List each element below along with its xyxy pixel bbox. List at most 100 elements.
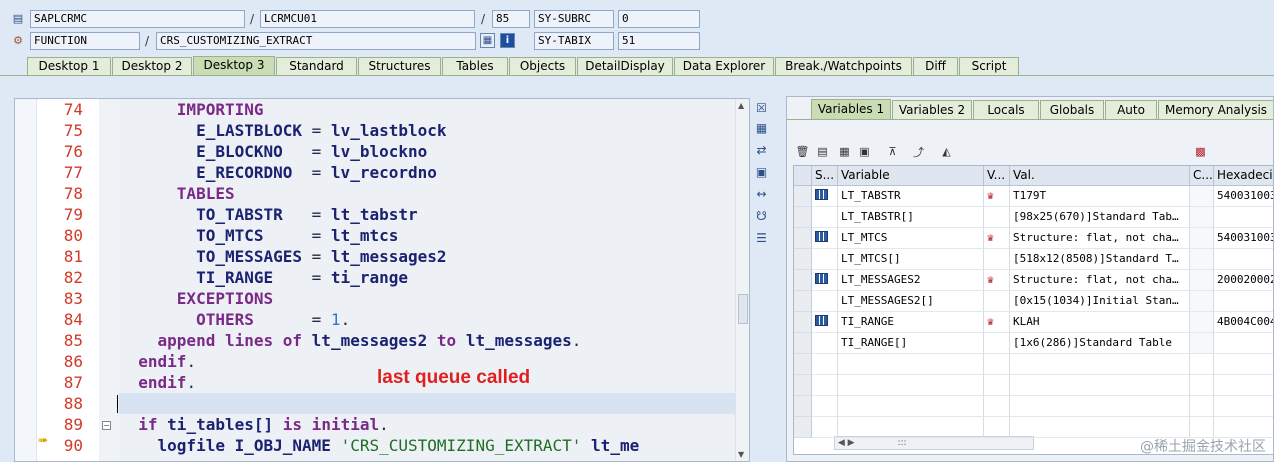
grid-cell-empty[interactable] [1190, 417, 1214, 438]
grid-cell-value[interactable]: [1x6(286)]Standard Table [1010, 333, 1190, 354]
delete-icon[interactable]: 🗑 [795, 144, 810, 159]
line-number-field[interactable]: 85 [492, 10, 530, 28]
grid-cell-empty[interactable] [1190, 375, 1214, 396]
grid-cell-hex[interactable] [1214, 291, 1273, 312]
grid-cell-empty[interactable] [812, 354, 838, 375]
grid-cell-type[interactable] [984, 291, 1010, 312]
grid-cell-change[interactable] [1190, 228, 1214, 249]
row-selector[interactable] [794, 396, 812, 417]
tree-icon[interactable]: ☰ [754, 230, 769, 245]
program-field[interactable]: SAPLCRMC [30, 10, 245, 28]
tab-variables-1[interactable]: Variables 1 [811, 99, 891, 119]
tab-structures[interactable]: Structures [358, 57, 441, 76]
grid-cell-variable[interactable]: TI_RANGE [838, 312, 984, 333]
grid-cell-change[interactable] [1190, 312, 1214, 333]
row-selector[interactable] [794, 312, 812, 333]
grid-cell-status[interactable] [812, 228, 838, 249]
tab-memory-analysis[interactable]: Memory Analysis [1158, 100, 1273, 120]
grid-cell-hex[interactable] [1214, 333, 1273, 354]
grid-cell-type[interactable]: ♛ [984, 186, 1010, 207]
event-type-field[interactable]: FUNCTION [30, 32, 140, 50]
grid-cell-empty[interactable] [838, 417, 984, 438]
tab-detaildisplay[interactable]: DetailDisplay [577, 57, 673, 76]
grid-cell-value[interactable]: KLAH [1010, 312, 1190, 333]
tab-tables[interactable]: Tables [442, 57, 508, 76]
row-selector[interactable] [794, 354, 812, 375]
grid-cell-change[interactable] [1190, 270, 1214, 291]
grid-cell-empty[interactable] [1010, 417, 1190, 438]
print-icon[interactable]: ▣ [857, 144, 872, 159]
new-tool-icon[interactable]: ▦ [754, 120, 769, 135]
tab-data-explorer[interactable]: Data Explorer [674, 57, 774, 76]
grid-horizontal-scrollbar[interactable]: ◀ ▶ ::: [834, 436, 1034, 450]
grid-cell-status[interactable] [812, 207, 838, 228]
tab-desktop-1[interactable]: Desktop 1 [27, 57, 111, 76]
grid-cell-hex[interactable]: 540031003 [1214, 228, 1273, 249]
maximize-icon[interactable]: ▣ [754, 164, 769, 179]
grid-cell-empty[interactable] [984, 396, 1010, 417]
grid-cell-variable[interactable]: TI_RANGE[] [838, 333, 984, 354]
grid-cell-status[interactable] [812, 186, 838, 207]
grid-cell-change[interactable] [1190, 291, 1214, 312]
scroll-up-icon[interactable]: ▲ [738, 101, 744, 110]
grid-cell-empty[interactable] [812, 417, 838, 438]
grid-cell-empty[interactable] [1190, 354, 1214, 375]
col-change[interactable]: C... [1190, 166, 1214, 186]
grid-cell-change[interactable] [1190, 249, 1214, 270]
info-icon[interactable]: i [500, 33, 515, 48]
col-value[interactable]: Val. [1010, 166, 1190, 186]
grid-cell-empty[interactable] [1214, 417, 1273, 438]
grid-cell-type[interactable]: ♛ [984, 270, 1010, 291]
grid-cell-variable[interactable]: LT_MESSAGES2 [838, 270, 984, 291]
grid-cell-empty[interactable] [838, 396, 984, 417]
grid-cell-empty[interactable] [812, 396, 838, 417]
grid-cell-value[interactable]: [0x15(1034)]Initial Stan… [1010, 291, 1190, 312]
row-selector[interactable] [794, 270, 812, 291]
row-selector[interactable] [794, 207, 812, 228]
hierarchy-icon[interactable]: ⊼ [885, 144, 900, 159]
grid-cell-change[interactable] [1190, 186, 1214, 207]
collapse-icon[interactable]: − [102, 421, 111, 430]
tab-standard[interactable]: Standard [276, 57, 357, 76]
grid-cell-empty[interactable] [812, 375, 838, 396]
grid-cell-variable[interactable]: LT_MESSAGES2[] [838, 291, 984, 312]
col-status[interactable]: S... [812, 166, 838, 186]
grid-cell-value[interactable]: Structure: flat, not cha… [1010, 270, 1190, 291]
row-selector[interactable] [794, 417, 812, 438]
tab-breakpoints[interactable]: Break./Watchpoints [775, 57, 912, 76]
grid-cell-change[interactable] [1190, 207, 1214, 228]
tab-auto[interactable]: Auto [1105, 100, 1157, 120]
sysvar-value-2[interactable]: 51 [618, 32, 700, 50]
grid-cell-status[interactable] [812, 249, 838, 270]
grid-cell-empty[interactable] [1190, 396, 1214, 417]
tab-diff[interactable]: Diff [913, 57, 958, 76]
grid-cell-empty[interactable] [1214, 375, 1273, 396]
event-name-field[interactable]: CRS_CUSTOMIZING_EXTRACT [156, 32, 476, 50]
save-icon[interactable]: ▩ [1193, 144, 1208, 159]
tab-desktop-3[interactable]: Desktop 3 [193, 56, 275, 76]
scrollbar-thumb[interactable] [738, 294, 748, 324]
grid-cell-change[interactable] [1190, 333, 1214, 354]
grid-cell-type[interactable] [984, 333, 1010, 354]
grid-cell-type[interactable]: ♛ [984, 312, 1010, 333]
grid-cell-empty[interactable] [984, 354, 1010, 375]
col-variable[interactable]: Variable [838, 166, 984, 186]
display-icon[interactable]: ▤ [815, 144, 830, 159]
grid-cell-empty[interactable] [838, 354, 984, 375]
grid-cell-empty[interactable] [984, 417, 1010, 438]
row-selector[interactable] [794, 186, 812, 207]
folder-icon[interactable]: ◭ [939, 144, 954, 159]
row-selector[interactable] [794, 228, 812, 249]
grid-cell-variable[interactable]: LT_MTCS[] [838, 249, 984, 270]
grid-cell-empty[interactable] [1010, 354, 1190, 375]
grid-cell-type[interactable] [984, 249, 1010, 270]
grid-cell-variable[interactable]: LT_MTCS [838, 228, 984, 249]
grid-cell-status[interactable] [812, 312, 838, 333]
scroll-down-icon[interactable]: ▼ [738, 450, 744, 459]
display-source-icon[interactable]: ▦ [480, 33, 495, 48]
share-icon[interactable]: ⤴ [911, 144, 926, 159]
grid-cell-hex[interactable]: 540031003 [1214, 186, 1273, 207]
tab-variables-2[interactable]: Variables 2 [892, 100, 972, 120]
resize-icon[interactable]: ↔ [754, 186, 769, 201]
grid-cell-hex[interactable]: 200020002 [1214, 270, 1273, 291]
